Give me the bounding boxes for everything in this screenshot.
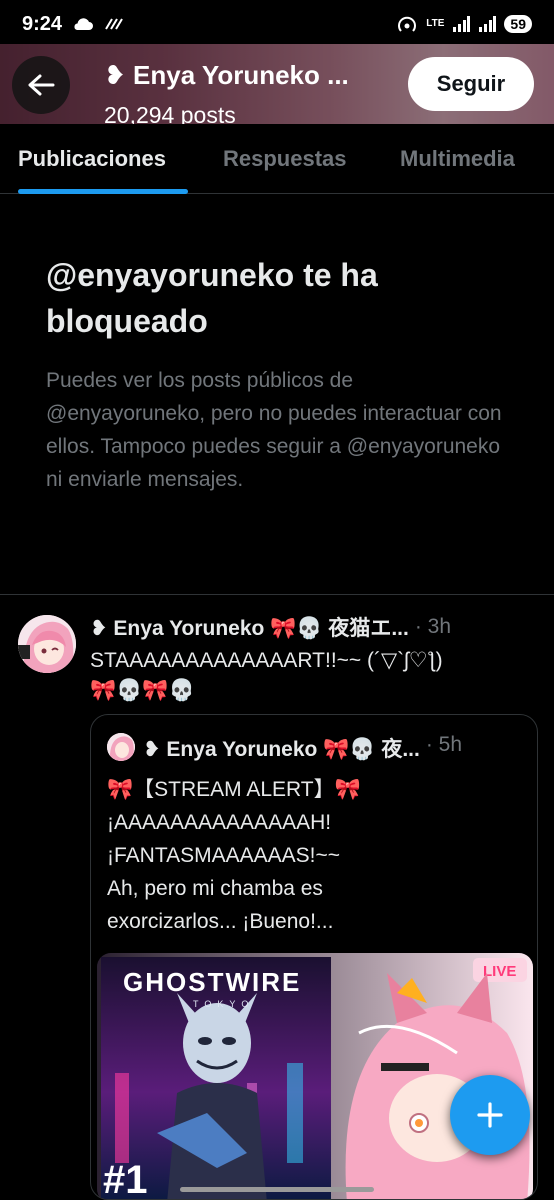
blocked-notice: @enyayoruneko te ha bloqueado Puedes ver… xyxy=(46,252,516,496)
profile-name: ❥ Enya Yoruneko ... xyxy=(104,60,349,90)
wifi-off-icon xyxy=(105,18,123,30)
status-time: 9:24 xyxy=(22,12,63,35)
quote-time: · 5h xyxy=(425,733,463,756)
status-bar: 9:24 LTE 59 xyxy=(0,0,554,48)
episode-number: #1 xyxy=(103,1158,148,1200)
network-type: LTE xyxy=(426,18,445,29)
quote-header: ❥ Enya Yoruneko 🎀💀 夜... · 5h xyxy=(143,733,462,763)
tab-respuestas[interactable]: Respuestas xyxy=(223,124,347,194)
tab-label: Multimedia xyxy=(400,146,515,171)
avatar[interactable] xyxy=(18,615,76,673)
posts-count-clip: 20,294 posts xyxy=(0,102,400,124)
quote-line: ¡FANTASMAAAAAAS!~~ xyxy=(107,844,341,867)
game-title: GHOSTWIRE xyxy=(123,967,301,997)
cloud-icon xyxy=(74,18,94,30)
profile-tabs: Publicaciones Respuestas Multimedia xyxy=(0,124,554,194)
battery-level: 59 xyxy=(504,15,532,33)
quote-line: ¡AAAAAAAAAAAAAAH! xyxy=(107,811,332,834)
follow-button[interactable]: Seguir xyxy=(408,57,534,111)
post-text-line: STAAAAAAAAAAAAART!!~~ (´▽`ʃ♡ƪ) xyxy=(90,649,443,672)
home-indicator[interactable] xyxy=(180,1187,374,1192)
post-text-line: 🎀💀🎀💀 xyxy=(90,679,195,702)
profile-header: ❥ Enya Yoruneko ... 20,294 posts Seguir xyxy=(0,44,554,124)
tab-active-indicator xyxy=(18,189,188,194)
post-time: · 3h xyxy=(414,615,452,638)
live-badge: LIVE xyxy=(483,963,516,980)
quote-text: 🎀【STREAM ALERT】🎀 ¡AAAAAAAAAAAAAAH! ¡FANT… xyxy=(107,773,527,938)
post-header: ❥ Enya Yoruneko 🎀💀 夜猫エ... · 3h xyxy=(90,612,451,642)
tab-publicaciones[interactable]: Publicaciones xyxy=(18,124,188,194)
game-subtitle: TOKYO xyxy=(193,999,254,1009)
tab-label: Respuestas xyxy=(223,146,347,171)
quote-avatar-image xyxy=(107,733,135,761)
hotspot-icon xyxy=(398,16,417,32)
tab-multimedia[interactable]: Multimedia xyxy=(400,124,515,194)
divider xyxy=(0,594,554,595)
stream-thumbnail[interactable]: GHOSTWIRE TOKYO #1 LIVE xyxy=(97,953,533,1200)
avatar-image xyxy=(18,615,76,673)
posts-count: 20,294 posts xyxy=(104,102,236,124)
compose-button[interactable] xyxy=(450,1075,530,1155)
arrow-left-icon xyxy=(28,74,55,96)
quote-avatar xyxy=(107,733,135,761)
thumbnail-image: GHOSTWIRE TOKYO #1 LIVE xyxy=(97,953,533,1200)
post-author[interactable]: ❥ Enya Yoruneko 🎀💀 夜猫エ... xyxy=(90,612,409,642)
quote-line: 🎀【STREAM ALERT】🎀 xyxy=(107,778,361,801)
plus-icon xyxy=(477,1102,503,1128)
blocked-description: Puedes ver los posts públicos de @enyayo… xyxy=(46,369,502,491)
tab-label: Publicaciones xyxy=(18,146,166,171)
quote-author: ❥ Enya Yoruneko 🎀💀 夜... xyxy=(143,738,420,761)
signal-icon xyxy=(453,16,471,32)
post-text[interactable]: STAAAAAAAAAAAAART!!~~ (´▽`ʃ♡ƪ) 🎀💀🎀💀 xyxy=(90,646,530,706)
quote-line: Ah, pero mi chamba es xyxy=(107,877,323,900)
blocked-title: @enyayoruneko te ha bloqueado xyxy=(46,257,378,339)
signal-icon-2 xyxy=(479,16,497,32)
quote-line: exorcizarlos... ¡Bueno!... xyxy=(107,910,334,933)
